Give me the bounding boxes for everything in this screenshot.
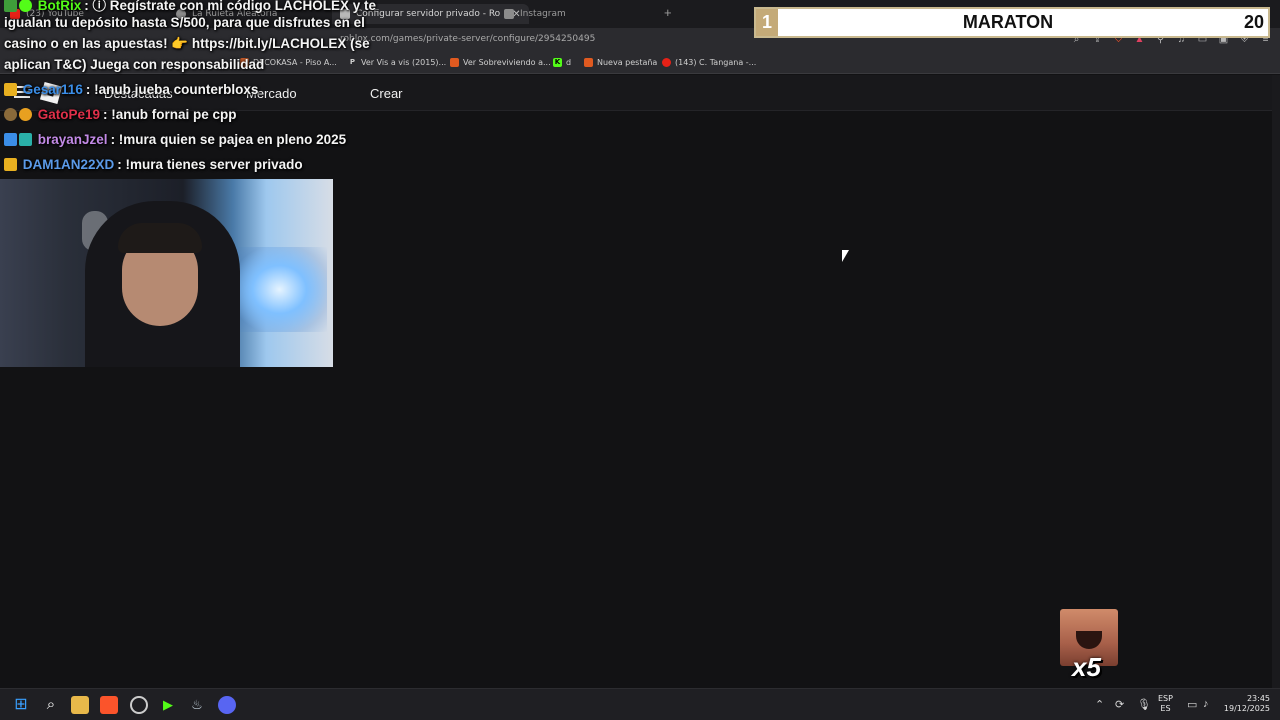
- bookmark-label: Ver Sobreviviendo a...: [463, 58, 551, 67]
- sub-badge-icon: [19, 133, 32, 146]
- chat-message: DAM1AN22XD: !mura tienes server privado: [4, 157, 303, 172]
- search-icon[interactable]: ⌕: [42, 696, 60, 714]
- screen: (23) YouTube La Ruleta Aleatoria Configu…: [0, 0, 1280, 720]
- language-code: ESP: [1158, 694, 1173, 703]
- system-clock[interactable]: 23:45 19/12/2025: [1222, 694, 1270, 714]
- chat-username: BotRix: [37, 0, 82, 13]
- alert-badge-icon: [19, 108, 32, 121]
- crown-badge-icon: [4, 83, 17, 96]
- nav-crear[interactable]: Crear: [370, 86, 403, 101]
- youtube-icon: [662, 58, 671, 67]
- marathon-title: MARATON: [962, 12, 1054, 32]
- chat-message: BotRix: ⓘ Regístrate con mi código LACHO…: [4, 0, 376, 14]
- poop-badge-icon: [4, 108, 17, 121]
- chat-text: igualan tu depósito hasta S/500, para qu…: [4, 15, 365, 30]
- chat-text: : ⓘ Regístrate con mi código LACHOLEX y …: [84, 0, 377, 13]
- chat-username: DAM1AN22XD: [22, 157, 115, 172]
- webcam-light: [232, 247, 327, 332]
- windows-taskbar: ⊞ ⌕ ▶ ♨ ⌃ ⟳ 🎙 ESP ES ▭ ♪ 23:45 19/12/202…: [0, 688, 1280, 720]
- marathon-rank: 1: [756, 9, 778, 36]
- new-tab-button[interactable]: +: [664, 5, 672, 20]
- chat-message-continuation: aplican T&C) Juega con responsabilidad: [4, 57, 264, 72]
- bookmark-favicon: [450, 58, 459, 67]
- clock-date: 19/12/2025: [1223, 704, 1270, 713]
- crown-badge-icon: [4, 158, 17, 171]
- kick-app-icon[interactable]: ▶: [159, 696, 177, 714]
- url-field[interactable]: roblox.com/games/private-server/configur…: [340, 34, 595, 44]
- windows-start-icon[interactable]: ⊞: [12, 696, 30, 714]
- tray-chevron-icon[interactable]: ⌃: [1095, 698, 1104, 711]
- chat-username: Gesar116: [22, 82, 83, 97]
- chat-text: : !anub fornai pe cpp: [103, 107, 237, 122]
- bookmark-sobreviviendo[interactable]: Ver Sobreviviendo a...: [450, 58, 551, 67]
- chat-text: casino o en las apuestas! 👉 https://bit.…: [4, 36, 370, 51]
- verified-badge-icon: [19, 0, 32, 12]
- sword-badge-icon: [4, 133, 17, 146]
- keyboard-layout: ES: [1160, 704, 1171, 713]
- bookmark-kick[interactable]: K d: [553, 58, 571, 67]
- chat-message-continuation: igualan tu depósito hasta S/500, para qu…: [4, 15, 365, 30]
- instagram-icon: [504, 9, 514, 19]
- chat-text: : !mura tienes server privado: [117, 157, 303, 172]
- chat-message: GatoPe19: !anub fornai pe cpp: [4, 107, 237, 122]
- chat-text: aplican T&C) Juega con responsabilidad: [4, 57, 265, 72]
- chat-text: : !anub jueba counterbloxs: [85, 82, 259, 97]
- bookmark-label: Ver Vis a vis (2015)...: [361, 58, 447, 67]
- bot-badge-icon: [4, 0, 17, 12]
- marathon-widget: 1 MARATON 20: [754, 7, 1270, 38]
- emote-multiplier: x5: [1072, 652, 1101, 682]
- kick-icon: K: [553, 58, 562, 67]
- tab-label: Instagram: [520, 9, 566, 19]
- webcam-hair: [118, 223, 202, 253]
- chat-username: GatoPe19: [37, 107, 101, 122]
- microphone-icon[interactable]: 🎙: [1137, 698, 1151, 711]
- bookmark-favicon: P: [349, 58, 356, 66]
- chat-message-continuation: casino o en las apuestas! 👉 https://bit.…: [4, 36, 370, 52]
- bookmark-label: d: [566, 58, 572, 67]
- sync-icon[interactable]: ⟳: [1115, 698, 1124, 711]
- bookmark-label: DECOKASA - Piso A...: [253, 58, 337, 67]
- page-scrollbar[interactable]: [1272, 75, 1280, 688]
- bookmark-nueva-pestana[interactable]: Nueva pestaña: [584, 58, 657, 67]
- file-explorer-icon[interactable]: [71, 696, 89, 714]
- chat-text: : !mura quien se pajea en pleno 2025: [110, 132, 347, 147]
- chat-username: brayanJzel: [37, 132, 108, 147]
- obs-icon[interactable]: [130, 696, 148, 714]
- bookmark-c-tangana[interactable]: (143) C. Tangana -...: [662, 58, 756, 67]
- steam-icon[interactable]: ♨: [188, 696, 206, 714]
- bookmark-vis-a-vis[interactable]: P Ver Vis a vis (2015)...: [348, 58, 446, 67]
- volume-icon[interactable]: ♪: [1203, 698, 1209, 710]
- brave-icon: [584, 58, 593, 67]
- marathon-count: 20: [1243, 12, 1264, 32]
- clock-time: 23:45: [1246, 694, 1270, 703]
- brave-browser-icon[interactable]: [100, 696, 118, 714]
- streamer-webcam: [0, 179, 333, 367]
- mouse-cursor-icon: [842, 250, 849, 262]
- bookmark-label: Nueva pestaña: [597, 58, 658, 67]
- tab-label: Configurar servidor privado - Ro: [356, 9, 501, 19]
- chat-message: Gesar116: !anub jueba counterbloxs: [4, 82, 258, 97]
- tab-instagram[interactable]: Instagram: [504, 4, 566, 24]
- chat-message: brayanJzel: !mura quien se pajea en plen…: [4, 132, 346, 147]
- network-icon[interactable]: ▭: [1187, 698, 1197, 711]
- language-indicator[interactable]: ESP ES: [1158, 694, 1173, 714]
- discord-icon[interactable]: [218, 696, 236, 714]
- bookmark-label: (143) C. Tangana -...: [675, 58, 757, 67]
